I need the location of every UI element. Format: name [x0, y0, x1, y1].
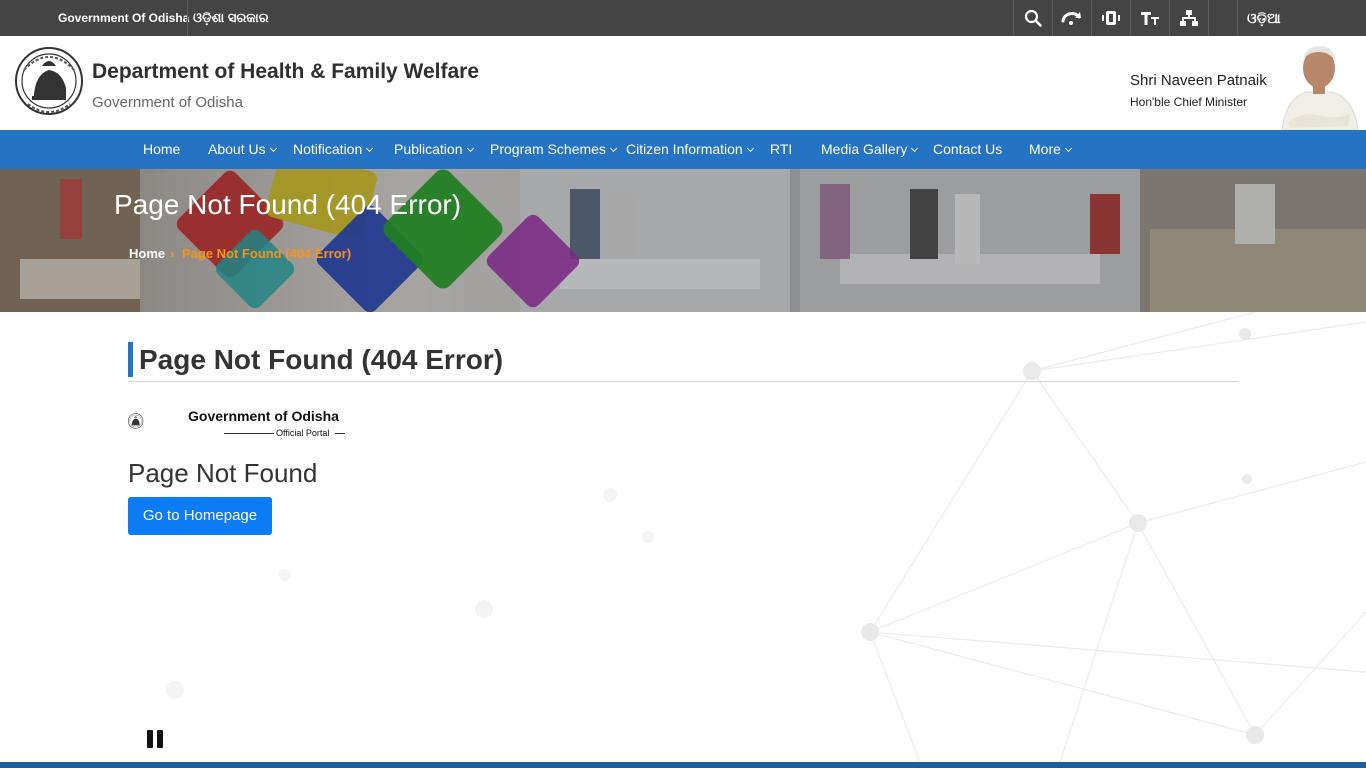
- nav-label: More: [1029, 141, 1061, 157]
- nav-label: About Us: [208, 141, 266, 157]
- site-header: Department of Health & Family Welfare Go…: [0, 36, 1366, 130]
- nav-item-home[interactable]: Home: [143, 130, 180, 169]
- pause-icon: [147, 730, 153, 748]
- search-button[interactable]: [1013, 0, 1052, 36]
- text-size-icon: [1141, 12, 1159, 25]
- government-of-odisha-link[interactable]: Government Of Odisha: [58, 0, 189, 36]
- department-subtitle: Government of Odisha: [92, 94, 243, 111]
- nav-item-more[interactable]: More: [1029, 130, 1072, 169]
- footer-bar: [0, 762, 1366, 768]
- nav-item-program-schemes[interactable]: Program Schemes: [490, 130, 617, 169]
- contrast-icon: [1102, 11, 1120, 25]
- logo-rule: [224, 433, 274, 434]
- odisha-emblem-logo[interactable]: [14, 44, 84, 122]
- top-utility-bar: Government Of Odisha ଓଡ଼ିଶା ସରକାର ଓଡ଼ିଆ: [0, 0, 1366, 36]
- chief-minister-name: Shri Naveen Patnaik: [1130, 72, 1267, 89]
- nav-label: RTI: [770, 141, 793, 157]
- breadcrumb-separator-icon: ›: [170, 246, 175, 261]
- nav-label: Contact Us: [933, 141, 1003, 157]
- search-icon: [1024, 9, 1042, 27]
- government-of-odisha-odia-link[interactable]: ଓଡ଼ିଶା ସରକାର: [193, 0, 269, 36]
- pause-button[interactable]: [146, 730, 166, 748]
- nav-item-citizen-information[interactable]: Citizen Information: [626, 130, 754, 169]
- chevron-down-icon: [746, 144, 754, 153]
- nav-label: Citizen Information: [626, 141, 743, 157]
- nav-label: Notification: [293, 141, 363, 157]
- divider: [187, 0, 188, 36]
- chevron-down-icon: [1064, 144, 1072, 153]
- nav-item-contact-us[interactable]: Contact Us: [933, 130, 1002, 169]
- nav-item-about-us[interactable]: About Us: [208, 130, 277, 169]
- nav-item-media-gallery[interactable]: Media Gallery: [821, 130, 919, 169]
- divider: [1237, 0, 1238, 36]
- chief-minister-title: Hon'ble Chief Minister: [1130, 95, 1248, 109]
- page-banner: Page Not Found (404 Error) Home › Page N…: [0, 169, 1366, 312]
- divider: [1208, 0, 1209, 36]
- logo-rule: [335, 433, 345, 434]
- main-navigation: Home About Us Notification Publication P…: [0, 130, 1366, 169]
- chevron-down-icon: [466, 144, 474, 153]
- chevron-down-icon: [609, 144, 617, 153]
- nav-label: Program Schemes: [490, 141, 606, 157]
- sitemap-button[interactable]: [1169, 0, 1208, 36]
- department-title[interactable]: Department of Health & Family Welfare: [92, 60, 479, 84]
- not-found-message: Page Not Found: [128, 458, 318, 488]
- government-of-odisha-emblem-icon: [128, 413, 144, 429]
- chevron-down-icon: [911, 144, 919, 153]
- language-toggle[interactable]: ଓଡ଼ିଆ: [1247, 0, 1281, 36]
- nav-item-notification[interactable]: Notification: [293, 130, 374, 169]
- logo-subtitle: Official Portal: [276, 428, 330, 438]
- text-size-button[interactable]: [1130, 0, 1169, 36]
- contrast-button[interactable]: [1091, 0, 1130, 36]
- page-heading: Page Not Found (404 Error): [128, 342, 503, 377]
- skip-to-content-button[interactable]: [1052, 0, 1091, 36]
- skip-icon: [1061, 12, 1081, 25]
- chief-minister-photo: [1276, 40, 1362, 130]
- nav-item-publication[interactable]: Publication: [394, 130, 474, 169]
- banner-title: Page Not Found (404 Error): [114, 189, 462, 220]
- go-to-homepage-button[interactable]: Go to Homepage: [128, 497, 272, 535]
- chevron-down-icon: [269, 144, 277, 153]
- heading-divider: [128, 381, 1238, 382]
- pause-icon: [157, 730, 163, 748]
- breadcrumb-current: Page Not Found (404 Error): [182, 246, 352, 261]
- network-background-pattern: [166, 312, 1366, 762]
- nav-item-rti[interactable]: RTI: [770, 130, 792, 169]
- logo-title: Government of Odisha: [188, 408, 339, 424]
- chevron-down-icon: [366, 144, 374, 153]
- breadcrumb-home-link[interactable]: Home: [129, 246, 165, 261]
- sitemap-icon: [1180, 10, 1198, 26]
- nav-label: Media Gallery: [821, 141, 908, 157]
- nav-label: Publication: [394, 141, 463, 157]
- nav-label: Home: [143, 141, 181, 157]
